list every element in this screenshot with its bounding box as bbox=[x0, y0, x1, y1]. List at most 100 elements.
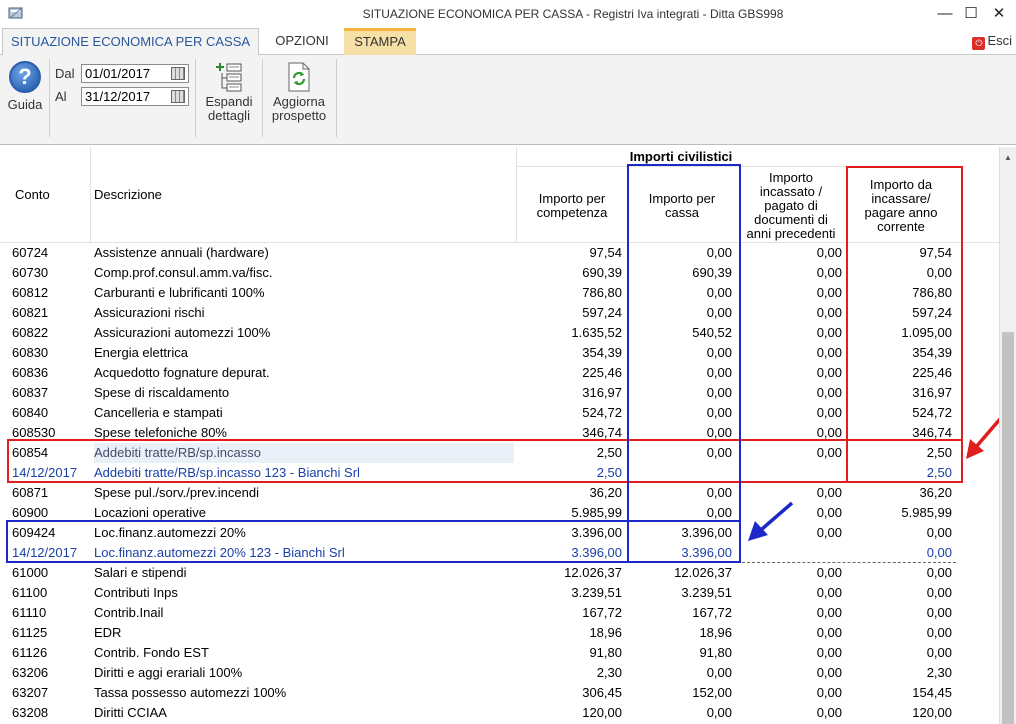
cell-descrizione: Carburanti e lubrificanti 100% bbox=[94, 285, 265, 300]
highlight-box-red-rows bbox=[7, 439, 963, 483]
guida-button[interactable]: ? Guida bbox=[4, 61, 46, 117]
row-separator bbox=[742, 562, 956, 563]
cell-incassato: 0,00 bbox=[816, 565, 842, 580]
ribbon-separator bbox=[336, 59, 337, 137]
cell-descrizione: EDR bbox=[94, 625, 122, 640]
cell-incassato: 0,00 bbox=[816, 405, 842, 420]
maximize-button[interactable]: ☐ bbox=[958, 4, 984, 24]
cell-conto: 61100 bbox=[12, 585, 48, 600]
col-header-descrizione[interactable]: Descrizione bbox=[94, 188, 162, 202]
tab-stampa[interactable]: STAMPA bbox=[344, 28, 416, 55]
cell-incassare: 2,30 bbox=[926, 665, 952, 680]
minimize-button[interactable]: — bbox=[932, 4, 958, 24]
cell-incassato: 0,00 bbox=[816, 605, 842, 620]
tab-situazione-economica[interactable]: SITUAZIONE ECONOMICA PER CASSA bbox=[2, 28, 259, 56]
col-header-competenza-line: Importo per bbox=[538, 191, 606, 206]
cell-competenza: 120,00 bbox=[582, 705, 622, 720]
table-row[interactable]: 60871 Spese pul./sorv./prev.incendi 36,20 0… bbox=[0, 483, 1000, 503]
table-row[interactable]: 63207 Tassa possesso automezzi 100% 306,45… bbox=[0, 683, 1000, 703]
col-header-competenza[interactable]: Importo per competenza bbox=[518, 192, 626, 220]
aggiorna-prospetto-button[interactable]: Aggiorna prospetto bbox=[266, 61, 332, 123]
col-header-competenza-line: competenza bbox=[536, 205, 608, 220]
table-row[interactable]: 61110 Contrib.Inail 167,72 167,72 0,00 0,00 bbox=[0, 603, 1000, 623]
cell-descrizione: Contributi Inps bbox=[94, 585, 178, 600]
cell-conto: 61125 bbox=[12, 625, 48, 640]
cell-descrizione: Comp.prof.consul.amm.va/fisc. bbox=[94, 265, 273, 280]
cell-incassato: 0,00 bbox=[816, 705, 842, 720]
table-row[interactable]: 61100 Contributi Inps 3.239,51 3.239,51 0,00… bbox=[0, 583, 1000, 603]
table-row[interactable]: 63206 Diritti e aggi erariali 100% 2,30 0,0… bbox=[0, 663, 1000, 683]
cell-incassare: 0,00 bbox=[926, 545, 952, 560]
cell-conto: 61126 bbox=[12, 645, 48, 660]
cell-incassare: 0,00 bbox=[926, 525, 952, 540]
espandi-label-1: Espandi bbox=[205, 94, 253, 109]
cell-descrizione: Contrib.Inail bbox=[94, 605, 164, 620]
col-header-incassato-line: documenti di bbox=[754, 212, 828, 227]
scroll-up-icon[interactable]: ▲ bbox=[1000, 151, 1016, 165]
cell-incassato: 0,00 bbox=[816, 385, 842, 400]
calendar-icon[interactable] bbox=[171, 90, 185, 103]
vertical-scrollbar[interactable]: ▲ bbox=[999, 147, 1016, 724]
cell-incassare: 5.985,99 bbox=[901, 505, 952, 520]
refresh-document-icon bbox=[288, 62, 310, 92]
cell-cassa: 167,72 bbox=[692, 605, 732, 620]
ribbon-tabs: SITUAZIONE ECONOMICA PER CASSA OPZIONI S… bbox=[0, 28, 1016, 56]
col-header-incassato-line: Importo bbox=[768, 170, 814, 185]
cell-cassa: 91,80 bbox=[699, 645, 732, 660]
cell-descrizione: Assicurazioni automezzi 100% bbox=[94, 325, 271, 340]
cell-competenza: 597,24 bbox=[582, 305, 622, 320]
cell-competenza: 354,39 bbox=[582, 345, 622, 360]
cell-incassato: 0,00 bbox=[816, 305, 842, 320]
aggiorna-label-2: prospetto bbox=[271, 108, 327, 123]
calendar-icon[interactable] bbox=[171, 67, 185, 80]
cell-incassato: 0,00 bbox=[816, 245, 842, 260]
al-label: Al bbox=[55, 89, 67, 104]
col-header-incassato-line: pagato di bbox=[764, 198, 818, 213]
cell-descrizione: Cancelleria e stampati bbox=[94, 405, 223, 420]
dal-date-value: 01/01/2017 bbox=[85, 66, 151, 81]
cell-incassare: 0,00 bbox=[926, 625, 952, 640]
espandi-dettagli-button[interactable]: Espandi dettagli bbox=[200, 61, 258, 123]
cell-incassato: 0,00 bbox=[816, 685, 842, 700]
cell-conto: 63208 bbox=[12, 705, 49, 720]
cell-competenza: 2,30 bbox=[596, 665, 622, 680]
table-row[interactable]: 61126 Contrib. Fondo EST 91,80 91,80 0,00 0,0… bbox=[0, 643, 1000, 663]
cell-conto: 60730 bbox=[12, 265, 49, 280]
esci-button[interactable]: ⏻ Esci bbox=[972, 33, 1012, 50]
table-row[interactable]: 61125 EDR 18,96 18,96 0,00 0,00 bbox=[0, 623, 1000, 643]
cell-cassa: 0,00 bbox=[706, 705, 732, 720]
cell-cassa: 18,96 bbox=[699, 625, 732, 640]
table-row[interactable]: 63208 Diritti CCIAA 120,00 0,00 0,00 120,00 bbox=[0, 703, 1000, 723]
col-divider bbox=[516, 147, 517, 243]
table-row[interactable]: 61000 Salari e stipendi 12.026,37 12.026,37… bbox=[0, 563, 1000, 583]
cell-competenza: 18,96 bbox=[589, 625, 622, 640]
cell-conto: 61110 bbox=[12, 605, 47, 620]
cell-incassato: 0,00 bbox=[816, 365, 842, 380]
tab-opzioni[interactable]: OPZIONI bbox=[262, 28, 342, 55]
cell-descrizione: Contrib. Fondo EST bbox=[94, 645, 209, 660]
col-header-conto[interactable]: Conto bbox=[15, 188, 50, 202]
cell-incassato: 0,00 bbox=[816, 585, 842, 600]
cell-incassare: 0,00 bbox=[926, 585, 952, 600]
cell-incassato: 0,00 bbox=[816, 645, 842, 660]
cell-descrizione: Energia elettrica bbox=[94, 345, 188, 360]
cell-descrizione: Acquedotto fognature depurat. bbox=[94, 365, 270, 380]
cell-incassare: 36,20 bbox=[919, 485, 952, 500]
col-divider bbox=[90, 147, 91, 243]
cell-conto: 60821 bbox=[12, 305, 49, 320]
col-header-incassato[interactable]: Importo incassato / pagato di documenti … bbox=[740, 171, 842, 241]
title-bar: SITUAZIONE ECONOMICA PER CASSA - Registr… bbox=[0, 0, 1016, 28]
cell-conto: 60871 bbox=[12, 485, 49, 500]
dal-date-field[interactable]: 01/01/2017 bbox=[81, 64, 189, 83]
cell-descrizione: Diritti e aggi erariali 100% bbox=[94, 665, 243, 680]
cell-conto: 60840 bbox=[12, 405, 49, 420]
close-button[interactable]: ✕ bbox=[986, 4, 1012, 24]
aggiorna-label-1: Aggiorna bbox=[272, 94, 326, 109]
data-grid: Importi civilistici Conto Descrizione Im… bbox=[0, 147, 1000, 724]
al-date-field[interactable]: 31/12/2017 bbox=[81, 87, 189, 106]
blue-arrow-icon bbox=[748, 501, 794, 541]
cell-cassa: 3.239,51 bbox=[681, 585, 732, 600]
guida-label: Guida bbox=[7, 97, 43, 112]
scrollbar-thumb[interactable] bbox=[1002, 332, 1014, 724]
cell-descrizione: Assistenze annuali (hardware) bbox=[94, 245, 269, 260]
